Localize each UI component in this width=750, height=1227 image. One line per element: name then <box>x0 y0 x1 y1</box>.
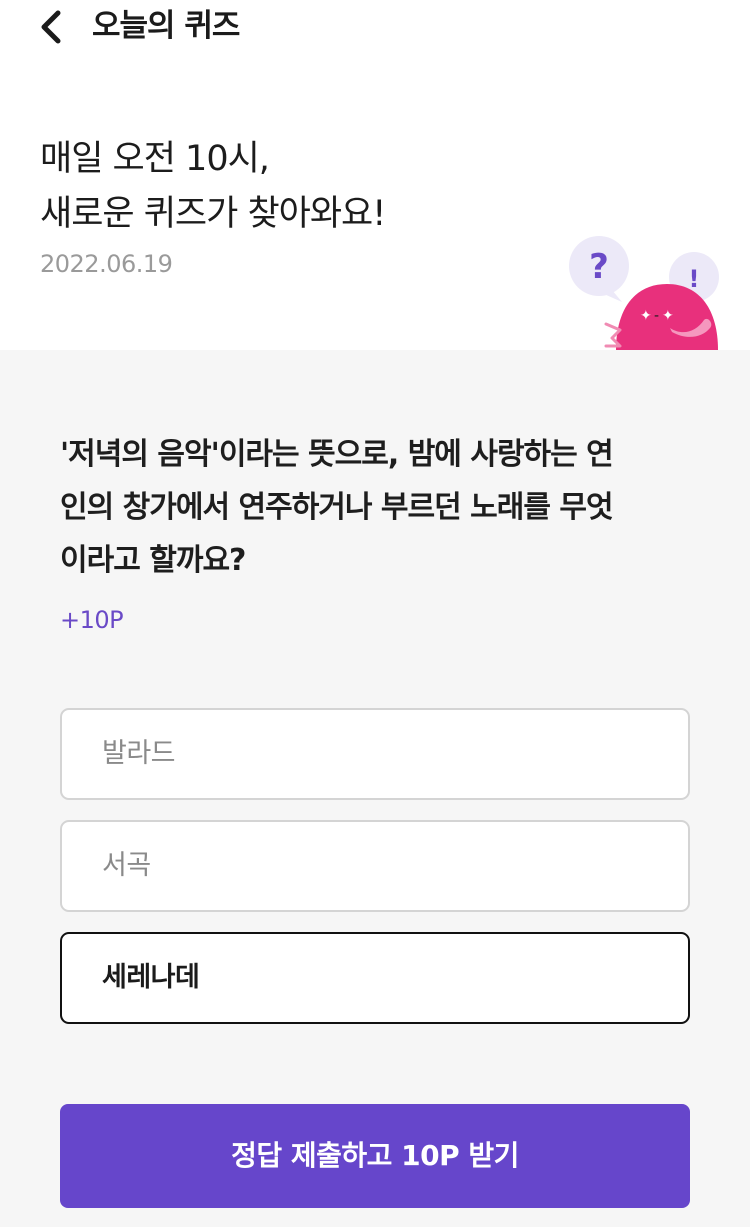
quiz-date: 2022.06.19 <box>40 250 173 278</box>
quiz-question: '저녁의 음악'이라는 뜻으로, 밤에 사랑하는 연 인의 창가에서 연주하거나… <box>60 428 700 587</box>
answer-option-label: 세레나데 <box>102 962 200 993</box>
question-bubble: ? <box>569 236 629 302</box>
answer-option-serenade[interactable]: 세레나데 <box>60 932 690 1024</box>
intro-section: 오늘의 퀴즈 매일 오전 10시, 새로운 퀴즈가 찾아와요! 2022.06.… <box>0 0 750 350</box>
answer-option-overture[interactable]: 서곡 <box>60 820 690 912</box>
question-mark: ? <box>589 247 609 287</box>
quiz-mascot-illustration: ? ! ✦ - ✦ <box>569 236 719 350</box>
svg-text:✦: ✦ <box>640 308 652 324</box>
intro-line-2: 새로운 퀴즈가 찾아와요! <box>40 194 386 234</box>
intro-line-1: 매일 오전 10시, <box>40 139 270 179</box>
intro-headline: 매일 오전 10시, 새로운 퀴즈가 찾아와요! <box>40 132 386 242</box>
question-line-3: 이라고 할까요? <box>60 543 246 578</box>
answer-option-label: 서곡 <box>102 850 151 881</box>
page-title: 오늘의 퀴즈 <box>92 8 240 44</box>
submit-answer-button[interactable]: 정답 제출하고 10P 받기 <box>60 1104 690 1208</box>
exclamation-mark: ! <box>689 265 700 293</box>
svg-text:✦: ✦ <box>662 308 674 324</box>
question-line-1: '저녁의 음악'이라는 뜻으로, 밤에 사랑하는 연 <box>60 437 614 472</box>
answer-option-ballad[interactable]: 발라드 <box>60 708 690 800</box>
chevron-left-icon <box>41 10 61 44</box>
answer-option-label: 발라드 <box>102 738 176 769</box>
back-button[interactable] <box>30 4 76 50</box>
question-line-2: 인의 창가에서 연주하거나 부르던 노래를 무엇 <box>60 490 614 525</box>
reward-points: +10P <box>60 606 124 634</box>
svg-text:-: - <box>654 308 659 324</box>
